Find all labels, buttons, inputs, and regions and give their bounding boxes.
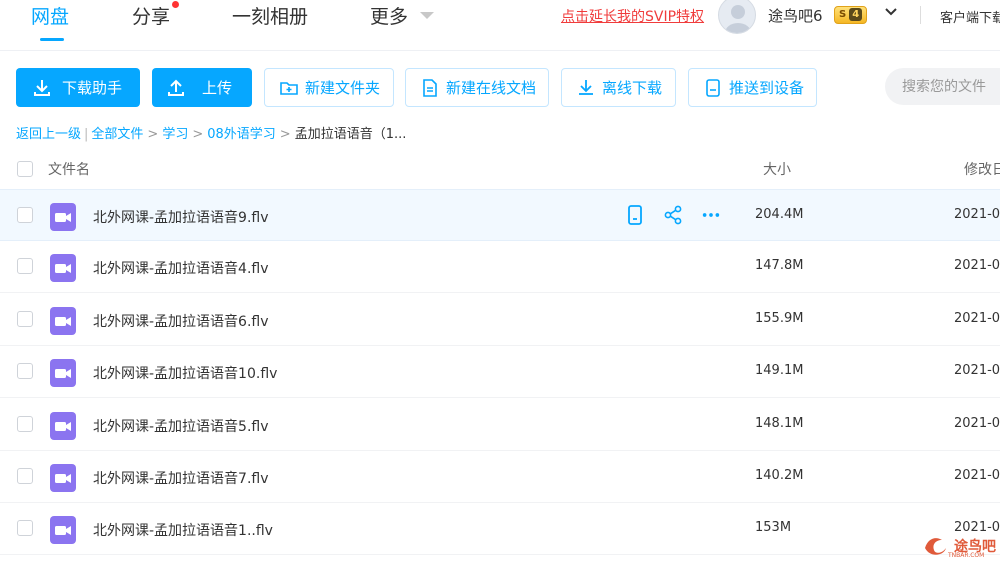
row-checkbox[interactable]	[17, 258, 33, 275]
header-filename[interactable]: 文件名	[48, 159, 90, 179]
table-row[interactable]: 北外网课-孟加拉语语音10.flv 149.1M 2021-04	[0, 346, 1000, 399]
notification-dot	[172, 1, 179, 8]
file-date: 2021-04	[954, 207, 1000, 222]
document-icon	[420, 78, 440, 98]
top-nav: 网盘 分享 一刻相册 更多 点击延长我的SVIP特权 途鸟吧6 S4 客户端下载	[0, 0, 1000, 50]
table-header: 文件名 大小 修改日期	[0, 150, 1000, 188]
file-name[interactable]: 北外网课-孟加拉语语音5.flv	[93, 416, 269, 436]
offline-download-label: 离线下载	[602, 79, 663, 97]
file-date: 2021-04	[954, 415, 1000, 431]
new-folder-icon	[279, 78, 299, 98]
device-icon	[703, 78, 723, 98]
share-icon[interactable]	[663, 205, 683, 225]
nav-tab-more[interactable]: 更多	[370, 2, 408, 29]
breadcrumb-all-files[interactable]: 全部文件	[91, 127, 143, 142]
upload-icon	[166, 78, 186, 98]
table-row[interactable]: 北外网课-孟加拉语语音4.flv 147.8M 2021-04	[0, 241, 1000, 294]
row-checkbox[interactable]	[17, 207, 33, 223]
new-folder-label: 新建文件夹	[305, 79, 381, 97]
avatar[interactable]	[718, 0, 756, 34]
badge-level: 4	[849, 8, 863, 21]
table-row[interactable]: 北外网课-孟加拉语语音9.flv 204.4M 2021-04	[0, 189, 1000, 241]
push-device-icon[interactable]	[625, 205, 645, 225]
svip-renew-link[interactable]: 点击延长我的SVIP特权	[561, 6, 704, 26]
file-size: 204.4M	[755, 207, 804, 222]
row-checkbox[interactable]	[17, 520, 33, 537]
row-actions	[625, 205, 721, 225]
video-file-icon	[50, 516, 76, 545]
row-checkbox[interactable]	[17, 363, 33, 380]
file-size: 148.1M	[755, 415, 804, 431]
chevron-down-icon[interactable]	[420, 12, 434, 19]
file-date: 2021-04	[954, 258, 1000, 274]
file-size: 149.1M	[755, 363, 804, 379]
breadcrumb-item-study[interactable]: 学习	[162, 127, 188, 142]
file-size: 147.8M	[755, 258, 804, 274]
badge-s: S	[839, 9, 847, 20]
nav-tab-share[interactable]: 分享	[132, 2, 170, 29]
nav-active-indicator	[40, 38, 64, 41]
download-icon	[32, 78, 52, 98]
file-size: 155.9M	[755, 310, 804, 326]
new-folder-button[interactable]: 新建文件夹	[264, 68, 394, 107]
table-row[interactable]: 北外网课-孟加拉语语音6.flv 155.9M 2021-04	[0, 294, 1000, 346]
file-size: 140.2M	[755, 468, 804, 483]
breadcrumb-back-link[interactable]: 返回上一级	[16, 127, 81, 142]
watermark-sub: TNBAR.COM	[948, 552, 985, 559]
upload-button[interactable]: 上传	[152, 68, 252, 107]
file-name[interactable]: 北外网课-孟加拉语语音1..flv	[93, 520, 273, 540]
table-row[interactable]: 北外网课-孟加拉语语音5.flv 148.1M 2021-04	[0, 399, 1000, 451]
breadcrumb-current: 孟加拉语语音（1...	[294, 127, 407, 142]
file-name[interactable]: 北外网课-孟加拉语语音6.flv	[93, 311, 269, 331]
video-file-icon	[50, 203, 76, 231]
watermark: 途鸟吧 TNBAR.COM	[922, 534, 996, 559]
user-name[interactable]: 途鸟吧6	[768, 5, 823, 26]
file-date: 2021-04	[954, 310, 1000, 326]
offline-download-icon	[576, 78, 596, 98]
row-checkbox[interactable]	[17, 415, 33, 432]
watermark-logo-icon	[925, 538, 946, 555]
push-to-device-label: 推送到设备	[729, 79, 805, 97]
nav-tab-netdisk[interactable]: 网盘	[31, 2, 69, 29]
file-name[interactable]: 北外网课-孟加拉语语音10.flv	[93, 363, 277, 383]
video-file-icon	[50, 359, 76, 388]
video-file-icon	[50, 411, 76, 440]
svip-level-badge: S4	[834, 6, 868, 24]
video-file-icon	[50, 464, 76, 492]
download-helper-label: 下载助手	[62, 79, 123, 97]
header-modified[interactable]: 修改日期	[964, 159, 1000, 179]
download-helper-button[interactable]: 下载助手	[16, 68, 140, 107]
new-online-doc-button[interactable]: 新建在线文档	[405, 68, 549, 107]
breadcrumb: 返回上一级 | 全部文件 > 学习 >08外语学习 > 孟加拉语语音（1...	[16, 127, 407, 142]
breadcrumb-item-foreign-lang[interactable]: 08外语学习	[207, 127, 276, 142]
file-size: 153M	[755, 520, 792, 536]
select-all-checkbox[interactable]	[17, 161, 33, 177]
more-options-icon[interactable]	[701, 205, 721, 225]
video-file-icon	[50, 306, 76, 335]
file-name[interactable]: 北外网课-孟加拉语语音4.flv	[93, 258, 269, 278]
row-checkbox[interactable]	[17, 310, 33, 327]
video-file-icon	[50, 254, 76, 283]
push-to-device-button[interactable]: 推送到设备	[688, 68, 817, 107]
offline-download-button[interactable]: 离线下载	[561, 68, 676, 107]
table-row[interactable]: 北外网课-孟加拉语语音1..flv153M2021-04	[0, 503, 1000, 556]
file-name[interactable]: 北外网课-孟加拉语语音9.flv	[93, 207, 269, 227]
header-size[interactable]: 大小	[763, 159, 791, 179]
upload-label: 上传	[202, 79, 233, 97]
row-checkbox[interactable]	[17, 468, 33, 484]
file-name[interactable]: 北外网课-孟加拉语语音7.flv	[93, 468, 269, 488]
file-date: 2021-04	[954, 468, 1000, 483]
nav-tab-album[interactable]: 一刻相册	[232, 2, 308, 29]
search-input[interactable]	[885, 68, 1000, 105]
client-download-link[interactable]: 客户端下载	[940, 7, 1000, 26]
user-menu-chevron-icon[interactable]	[884, 4, 898, 22]
divider	[920, 6, 921, 24]
table-row[interactable]: 北外网课-孟加拉语语音7.flv 140.2M 2021-04	[0, 451, 1000, 503]
file-date: 2021-04	[954, 363, 1000, 379]
new-online-doc-label: 新建在线文档	[446, 79, 537, 97]
